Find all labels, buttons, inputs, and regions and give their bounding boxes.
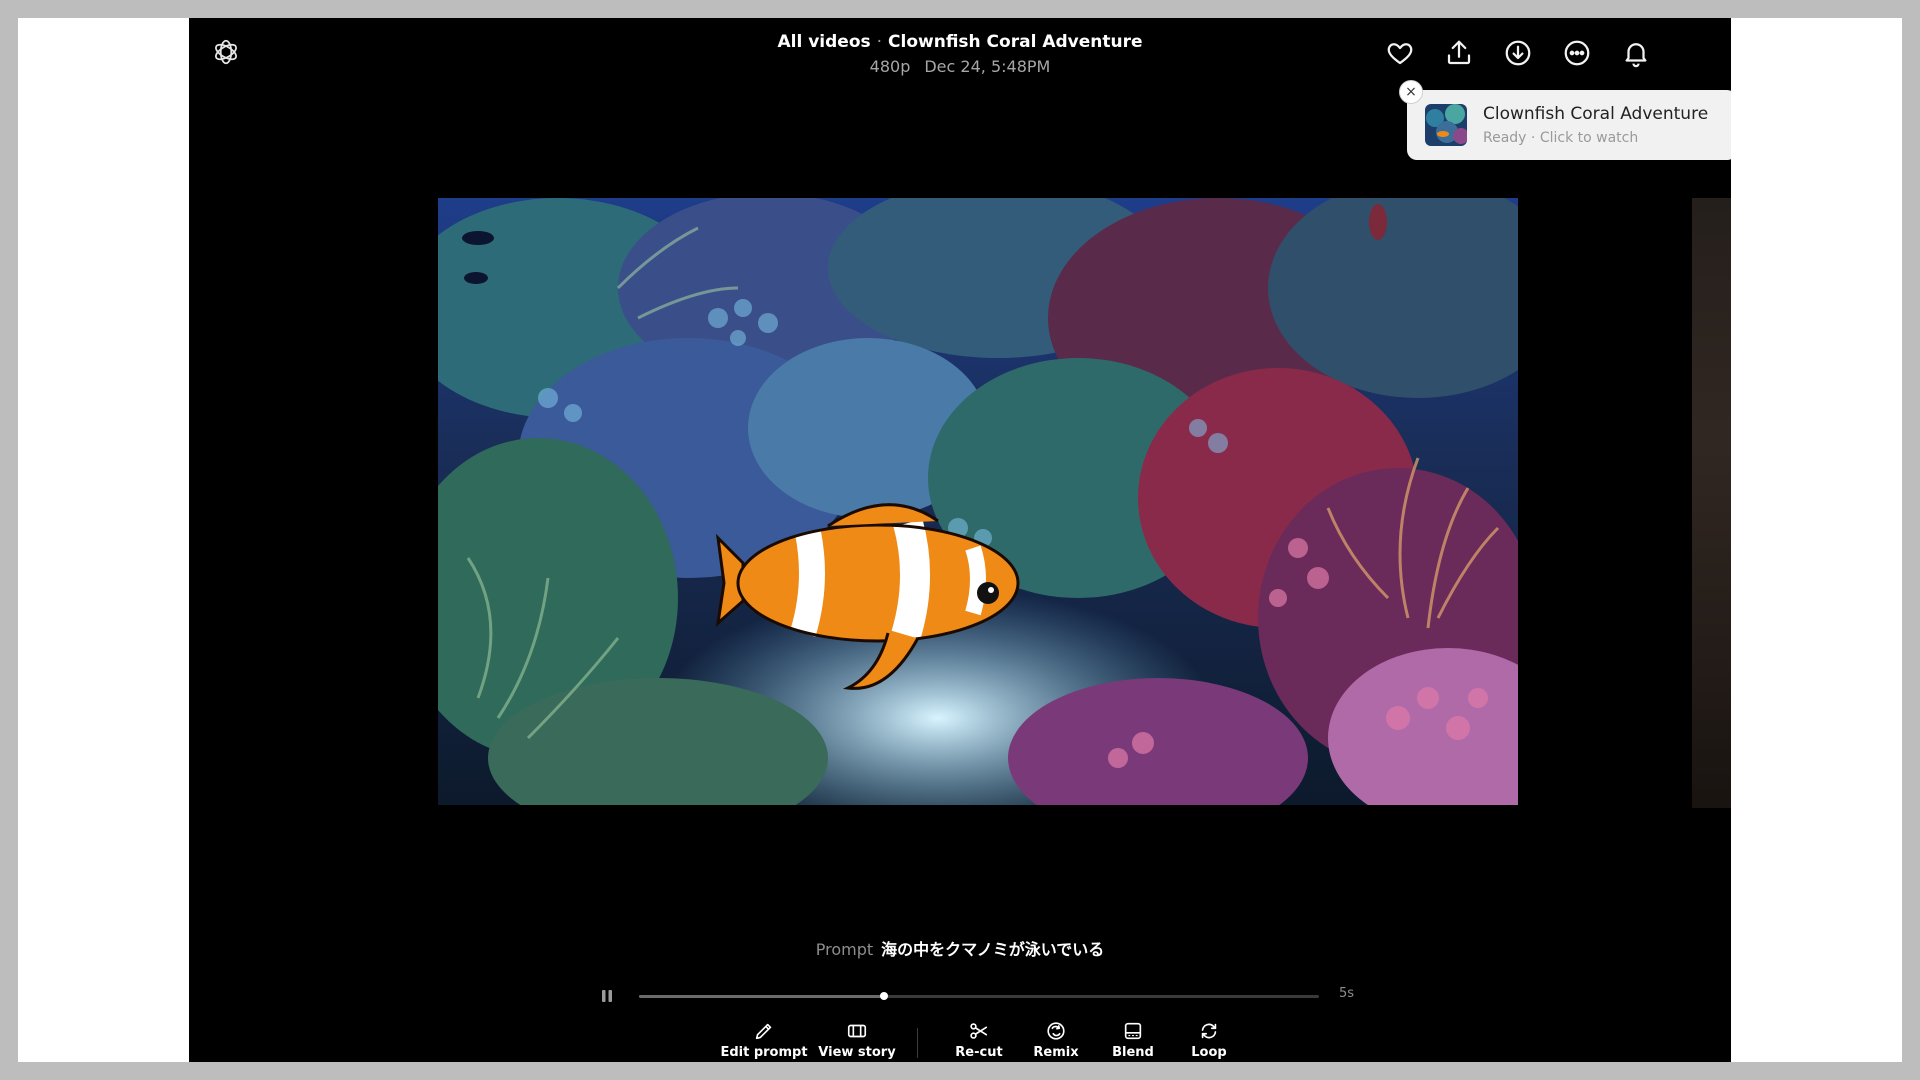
prompt-display: Prompt 海の中をクマノミが泳いでいる xyxy=(189,936,1731,960)
action-label: Re-cut xyxy=(955,1045,1003,1060)
more-icon[interactable] xyxy=(1562,38,1592,68)
progress-handle[interactable] xyxy=(879,992,888,1000)
blend-button[interactable]: Blend xyxy=(1093,1020,1173,1060)
action-label: Blend xyxy=(1112,1045,1154,1060)
blend-icon xyxy=(1124,1022,1142,1040)
heart-icon[interactable] xyxy=(1385,38,1415,68)
created-date: Dec 24, 5:48PM xyxy=(924,57,1051,76)
browser-viewport: All videos · Clownfish Coral Adventure 480… xyxy=(18,18,1902,1062)
ready-notification[interactable]: × Clownfish Coral Adventure Ready · Clic… xyxy=(1399,80,1731,160)
breadcrumb-all-videos[interactable]: All videos xyxy=(777,32,870,52)
prompt-text: 海の中をクマノミが泳いでいる xyxy=(881,940,1105,959)
action-label: Edit prompt xyxy=(720,1045,808,1060)
playback-controls: 5s xyxy=(189,986,1731,1006)
remix-button[interactable]: Remix xyxy=(1016,1020,1096,1060)
loop-button[interactable]: Loop xyxy=(1169,1020,1249,1060)
top-actions xyxy=(1385,38,1651,68)
action-label: Loop xyxy=(1191,1045,1227,1060)
video-frame-image xyxy=(438,198,1518,805)
progress-fill xyxy=(639,995,884,998)
breadcrumb-separator: · xyxy=(876,32,883,52)
resolution-label: 480p xyxy=(869,57,911,76)
action-label: Remix xyxy=(1033,1045,1079,1060)
video-viewer: All videos · Clownfish Coral Adventure 480… xyxy=(189,18,1731,1062)
action-label: View story xyxy=(818,1045,896,1060)
loop-icon xyxy=(1201,1023,1217,1039)
edit-toolbar: Edit prompt View story Re-cut Remix Blen… xyxy=(189,1020,1731,1062)
download-icon[interactable] xyxy=(1503,38,1533,68)
view-story-button[interactable]: View story xyxy=(811,1020,903,1060)
bell-icon[interactable] xyxy=(1621,38,1651,68)
video-player[interactable] xyxy=(438,198,1518,805)
duration-label: 5s xyxy=(1339,986,1355,1001)
next-video-peek[interactable] xyxy=(1692,198,1731,808)
prompt-label: Prompt xyxy=(815,940,874,959)
video-title: Clownfish Coral Adventure xyxy=(888,32,1143,52)
notification-thumbnail xyxy=(1425,104,1467,146)
share-upload-icon[interactable] xyxy=(1444,38,1474,68)
notification-title: Clownfish Coral Adventure xyxy=(1483,104,1709,124)
close-icon[interactable]: × xyxy=(1399,80,1423,104)
edit-prompt-button[interactable]: Edit prompt xyxy=(714,1020,814,1060)
notification-status: Ready · Click to watch xyxy=(1483,130,1639,146)
pause-icon[interactable] xyxy=(599,988,615,1004)
scissors-icon xyxy=(970,1023,988,1039)
toolbar-divider xyxy=(917,1028,918,1058)
re-cut-button[interactable]: Re-cut xyxy=(939,1020,1019,1060)
storyboard-icon xyxy=(847,1024,867,1038)
remix-icon xyxy=(1047,1022,1065,1040)
pencil-icon xyxy=(755,1023,772,1040)
progress-track[interactable] xyxy=(639,992,1319,1000)
